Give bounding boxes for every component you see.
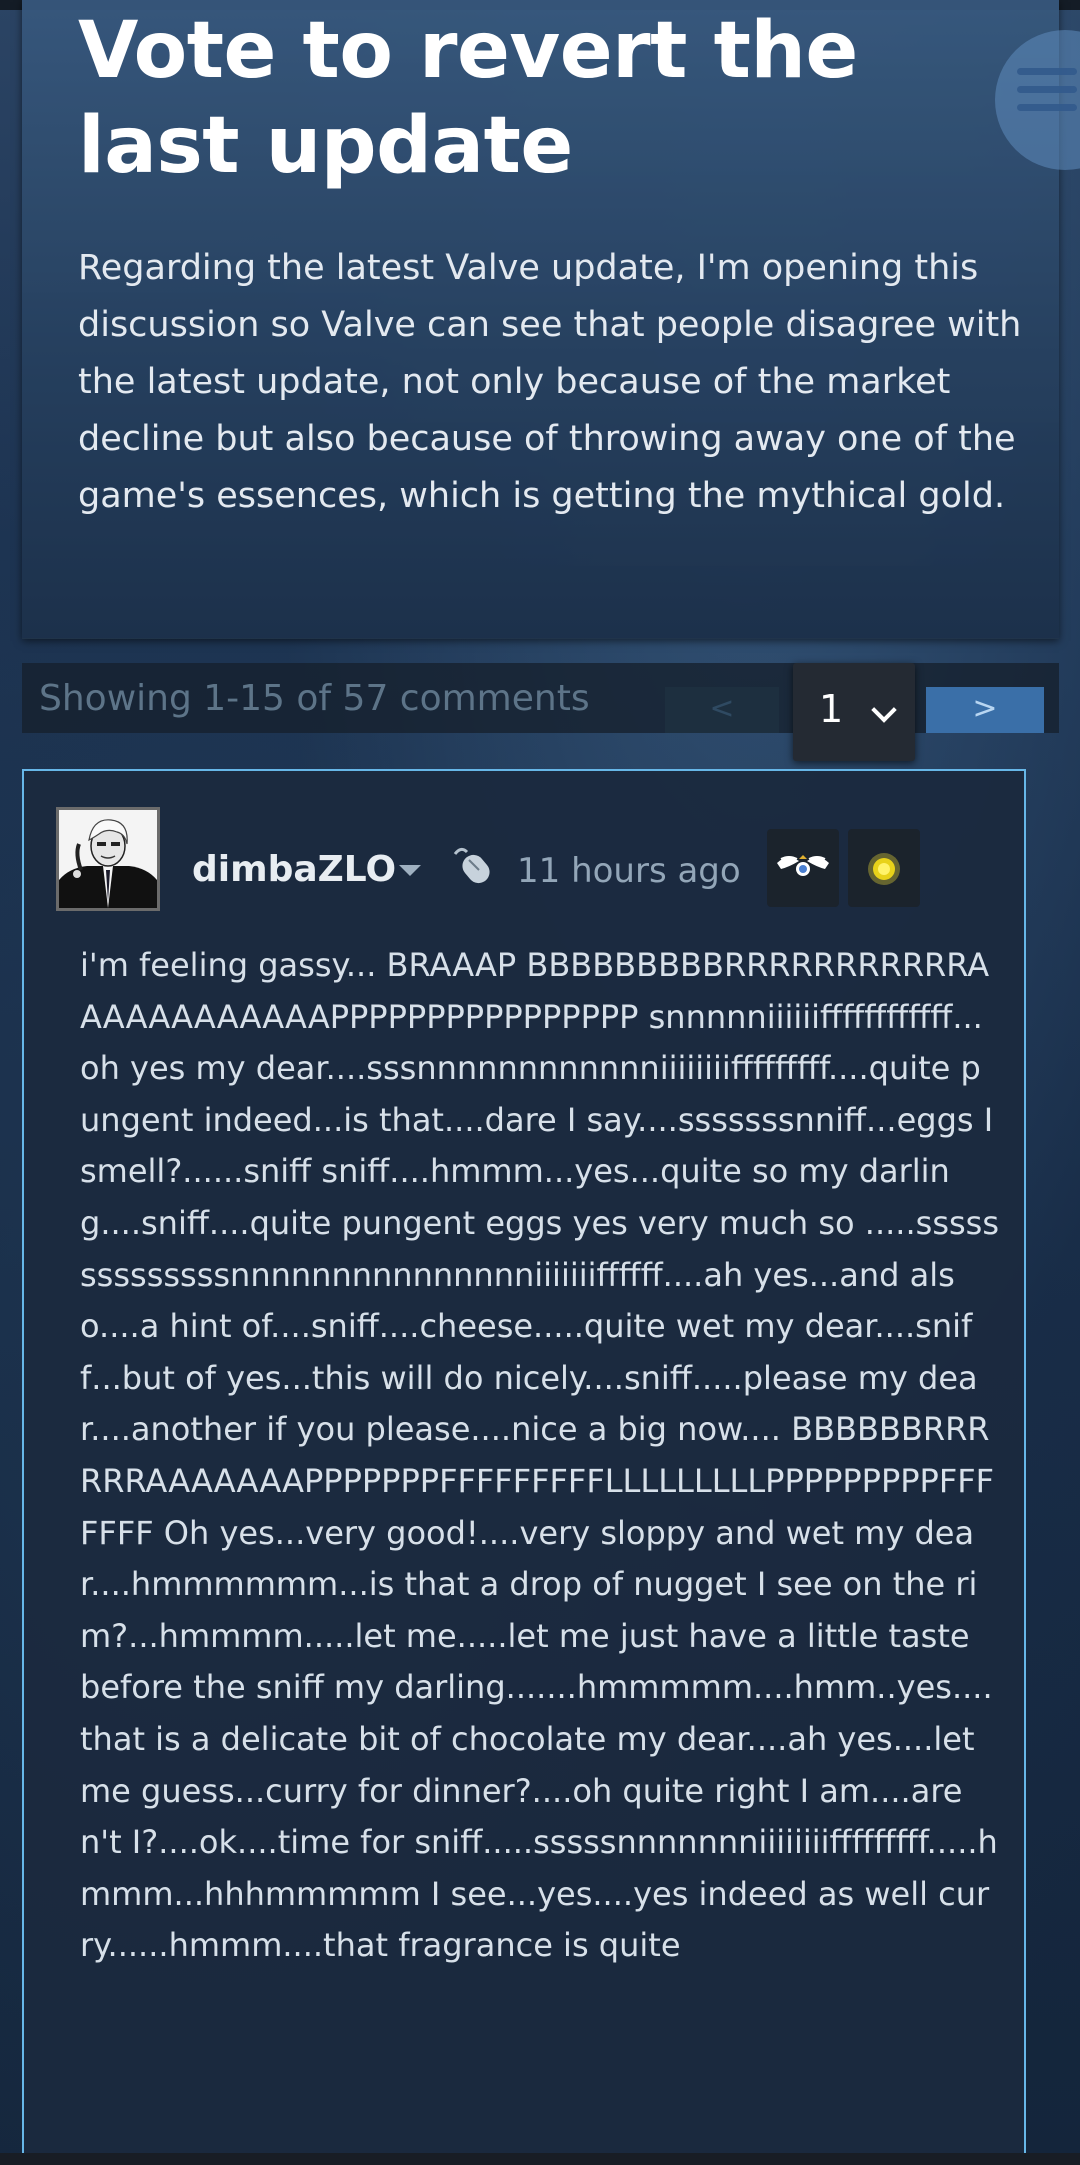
- menu-bar-middle: [1017, 86, 1077, 93]
- navigation-bar: [0, 2153, 1080, 2165]
- wings-award-icon[interactable]: [767, 829, 839, 907]
- author-dropdown-icon[interactable]: [399, 865, 421, 876]
- gold-coin-award-graphic: [868, 853, 900, 885]
- topic-title: Vote to revert the last update: [78, 6, 858, 191]
- page: Vote to revert the last update Regarding…: [0, 0, 1080, 2165]
- comment-count: Showing 1-15 of 57 comments: [39, 678, 590, 719]
- menu-bar-bottom: [1017, 104, 1077, 111]
- comment-body: i'm feeling gassy... BRAAAP BBBBBBBBBRRR…: [80, 946, 999, 1965]
- avatar-image: [59, 810, 157, 908]
- topic-body: Regarding the latest Valve update, I'm o…: [78, 248, 1022, 516]
- current-page-number: 1: [819, 687, 844, 731]
- gold-coin-award-icon[interactable]: [848, 829, 920, 907]
- wings-award-graphic: [777, 855, 829, 876]
- avatar[interactable]: [56, 807, 160, 911]
- prev-page-button[interactable]: <: [665, 687, 779, 733]
- comment-timestamp: 11 hours ago: [517, 851, 741, 891]
- menu-bar-top: [1017, 68, 1077, 75]
- next-page-button[interactable]: >: [926, 687, 1044, 733]
- page-select[interactable]: 1: [793, 663, 915, 761]
- pagination-bar: Showing 1-15 of 57 comments < 1 >: [22, 663, 1059, 761]
- author-name[interactable]: dimbaZLO: [192, 849, 396, 890]
- topic-card: Vote to revert the last update Regarding…: [22, 0, 1059, 639]
- mouse-icon: [453, 847, 490, 884]
- chevron-down-icon: [871, 697, 897, 723]
- comment-card: dimbaZLO 11 hours ago i'm feeling gassy.…: [22, 769, 1026, 2165]
